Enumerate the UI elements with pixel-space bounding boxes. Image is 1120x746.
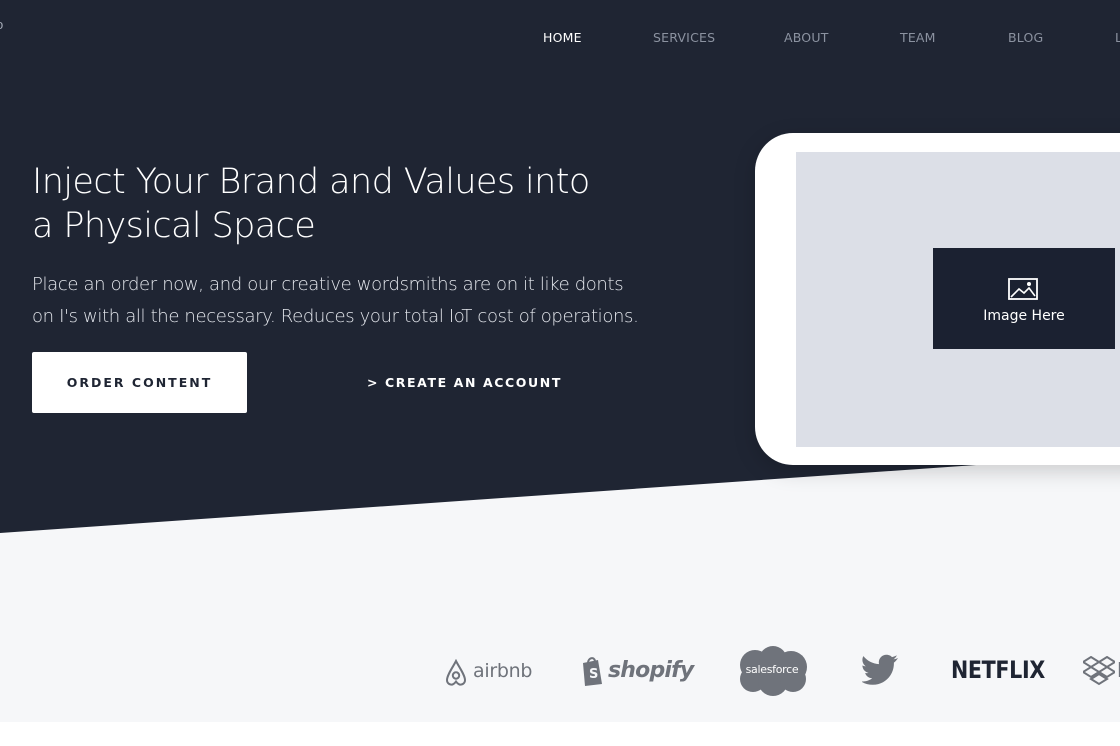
- landing-page: o HOME SERVICES ABOUT TEAM BLOG L Inject…: [0, 0, 1120, 746]
- tablet-screen: Image Here: [796, 152, 1120, 447]
- nav-home[interactable]: HOME: [543, 30, 582, 45]
- image-icon: [1008, 278, 1038, 300]
- nav-team[interactable]: TEAM: [900, 30, 936, 45]
- hero-description-line-1: Place an order now, and our creative wor…: [32, 274, 624, 295]
- hero-title: Inject Your Brand and Values into a Phys…: [32, 160, 632, 248]
- shopify-bag-icon: S: [583, 657, 602, 686]
- main-navigation: HOME SERVICES ABOUT TEAM BLOG L: [0, 30, 1120, 46]
- netflix-logo: NETFLIX: [951, 656, 1045, 684]
- salesforce-logo: salesforce: [735, 645, 809, 697]
- hero-description: Place an order now, and our creative wor…: [32, 269, 639, 333]
- salesforce-wordmark: salesforce: [745, 663, 799, 676]
- svg-text:S: S: [589, 667, 598, 682]
- nav-blog[interactable]: BLOG: [1008, 30, 1043, 45]
- airbnb-icon: [445, 659, 467, 686]
- image-placeholder[interactable]: Image Here: [933, 248, 1115, 349]
- airbnb-wordmark: airbnb: [473, 660, 533, 682]
- twitter-bird-icon: [861, 654, 898, 685]
- create-account-link[interactable]: > CREATE AN ACCOUNT: [367, 375, 562, 390]
- image-placeholder-label: Image Here: [983, 308, 1065, 324]
- twitter-logo: [861, 654, 900, 686]
- dropbox-icon: [1083, 656, 1115, 686]
- hero-title-line-2: a Physical Space: [32, 206, 316, 246]
- nav-services[interactable]: SERVICES: [653, 30, 715, 45]
- nav-about[interactable]: ABOUT: [784, 30, 829, 45]
- hero-title-line-1: Inject Your Brand and Values into: [32, 162, 590, 202]
- tablet-mockup: Image Here: [755, 133, 1120, 465]
- hero-description-line-2: on I's with all the necessary. Reduces y…: [32, 306, 639, 327]
- nav-item-truncated[interactable]: L: [1115, 30, 1120, 45]
- shopify-wordmark: shopify: [608, 658, 694, 683]
- order-content-button[interactable]: ORDER CONTENT: [32, 352, 247, 413]
